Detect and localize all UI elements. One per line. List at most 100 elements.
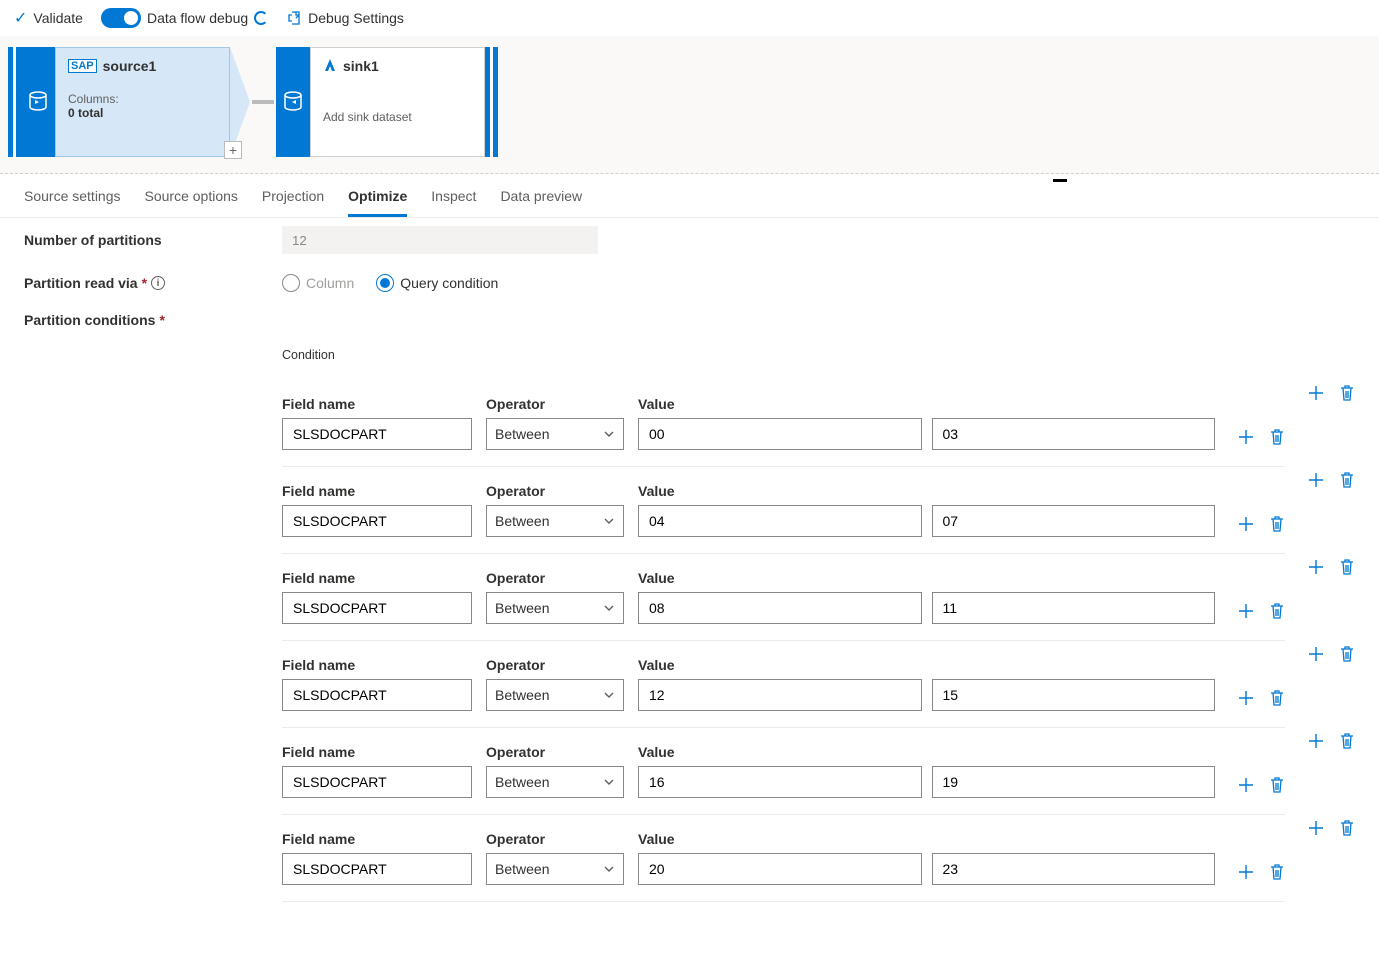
value-to-input[interactable] <box>932 766 1216 798</box>
source-node[interactable]: SAP source1 Columns: 0 total + <box>8 47 250 157</box>
field-name-input[interactable] <box>282 505 472 537</box>
add-group-icon[interactable] <box>1307 471 1325 489</box>
operator-select[interactable]: Between <box>486 766 624 798</box>
dataflow-canvas: SAP source1 Columns: 0 total + sink1 Add… <box>0 37 1379 174</box>
chevron-down-icon <box>603 689 615 701</box>
value-from-input[interactable] <box>638 679 922 711</box>
database-out-icon <box>21 47 55 157</box>
debug-settings-button[interactable]: Debug Settings <box>286 10 404 26</box>
tab-bar: Source settings Source options Projection O… <box>0 174 1379 218</box>
operator-label: Operator <box>486 744 624 760</box>
dataflow-debug-toggle[interactable]: Data flow debug <box>101 8 268 28</box>
resize-handle[interactable] <box>1053 179 1067 182</box>
add-condition-icon[interactable] <box>1237 776 1255 794</box>
operator-label: Operator <box>486 396 624 412</box>
dataflow-debug-label: Data flow debug <box>147 10 248 26</box>
tab-inspect[interactable]: Inspect <box>431 188 476 217</box>
source-columns-total: 0 total <box>68 106 217 120</box>
azure-icon <box>323 59 337 73</box>
delete-condition-icon[interactable] <box>1269 428 1285 446</box>
debug-settings-label: Debug Settings <box>308 10 404 26</box>
operator-select[interactable]: Between <box>486 853 624 885</box>
delete-condition-icon[interactable] <box>1269 776 1285 794</box>
add-group-icon[interactable] <box>1307 645 1325 663</box>
operator-label: Operator <box>486 570 624 586</box>
delete-condition-icon[interactable] <box>1269 689 1285 707</box>
sink-subtitle: Add sink dataset <box>323 110 472 124</box>
value-from-input[interactable] <box>638 592 922 624</box>
field-name-input[interactable] <box>282 853 472 885</box>
value-to-input[interactable] <box>932 418 1216 450</box>
tab-projection[interactable]: Projection <box>262 188 324 217</box>
value-from-input[interactable] <box>638 766 922 798</box>
add-condition-icon[interactable] <box>1237 863 1255 881</box>
value-label: Value <box>638 831 1215 847</box>
value-from-input[interactable] <box>638 505 922 537</box>
add-group-icon[interactable] <box>1307 819 1325 837</box>
source-columns-label: Columns: <box>68 92 217 106</box>
field-name-input[interactable] <box>282 679 472 711</box>
partition-conditions-label: Partition conditions* <box>24 312 282 328</box>
value-from-input[interactable] <box>638 853 922 885</box>
delete-group-icon[interactable] <box>1339 819 1355 837</box>
operator-select[interactable]: Between <box>486 592 624 624</box>
field-name-input[interactable] <box>282 418 472 450</box>
radio-column[interactable]: Column <box>282 274 354 292</box>
value-label: Value <box>638 483 1215 499</box>
num-partitions-label: Number of partitions <box>24 232 282 248</box>
partition-read-label: Partition read via* i <box>24 275 282 291</box>
value-label: Value <box>638 744 1215 760</box>
delete-condition-icon[interactable] <box>1269 515 1285 533</box>
operator-label: Operator <box>486 831 624 847</box>
field-name-input[interactable] <box>282 592 472 624</box>
validate-button[interactable]: ✓ Validate <box>14 8 83 28</box>
operator-select[interactable]: Between <box>486 505 624 537</box>
add-condition-icon[interactable] <box>1237 602 1255 620</box>
add-step-button[interactable]: + <box>224 141 242 159</box>
add-condition-icon[interactable] <box>1237 689 1255 707</box>
add-group-icon[interactable] <box>1307 732 1325 750</box>
tab-source-settings[interactable]: Source settings <box>24 188 121 217</box>
sap-icon: SAP <box>68 59 97 73</box>
add-condition-icon[interactable] <box>1237 515 1255 533</box>
add-group-icon[interactable] <box>1307 558 1325 576</box>
tab-optimize[interactable]: Optimize <box>348 188 407 217</box>
info-icon[interactable]: i <box>151 276 165 290</box>
toolbar: ✓ Validate Data flow debug Debug Setting… <box>0 0 1379 37</box>
condition-row: Field name Operator Between Value <box>282 825 1285 902</box>
condition-row: Field name Operator Between Value <box>282 390 1285 467</box>
tab-source-options[interactable]: Source options <box>145 188 238 217</box>
delete-group-icon[interactable] <box>1339 384 1355 402</box>
toggle-on-icon <box>101 8 141 28</box>
radio-query-label: Query condition <box>400 275 498 291</box>
delete-group-icon[interactable] <box>1339 645 1355 663</box>
operator-select[interactable]: Between <box>486 418 624 450</box>
field-name-label: Field name <box>282 483 472 499</box>
value-to-input[interactable] <box>932 592 1216 624</box>
delete-group-icon[interactable] <box>1339 471 1355 489</box>
delete-group-icon[interactable] <box>1339 732 1355 750</box>
value-to-input[interactable] <box>932 505 1216 537</box>
num-partitions-input[interactable] <box>282 226 598 254</box>
value-to-input[interactable] <box>932 853 1216 885</box>
chevron-down-icon <box>603 776 615 788</box>
add-condition-icon[interactable] <box>1237 428 1255 446</box>
value-to-input[interactable] <box>932 679 1216 711</box>
sink-title: sink1 <box>343 58 379 74</box>
field-name-label: Field name <box>282 570 472 586</box>
delete-group-icon[interactable] <box>1339 558 1355 576</box>
field-name-input[interactable] <box>282 766 472 798</box>
radio-query-condition[interactable]: Query condition <box>376 274 498 292</box>
operator-select[interactable]: Between <box>486 679 624 711</box>
database-in-icon <box>276 47 310 157</box>
value-label: Value <box>638 396 1215 412</box>
delete-condition-icon[interactable] <box>1269 863 1285 881</box>
source-title: source1 <box>103 58 157 74</box>
delete-condition-icon[interactable] <box>1269 602 1285 620</box>
tab-data-preview[interactable]: Data preview <box>500 188 582 217</box>
add-group-icon[interactable] <box>1307 384 1325 402</box>
sink-node[interactable]: sink1 Add sink dataset <box>276 47 498 157</box>
value-from-input[interactable] <box>638 418 922 450</box>
chevron-down-icon <box>603 863 615 875</box>
check-icon: ✓ <box>14 8 27 28</box>
